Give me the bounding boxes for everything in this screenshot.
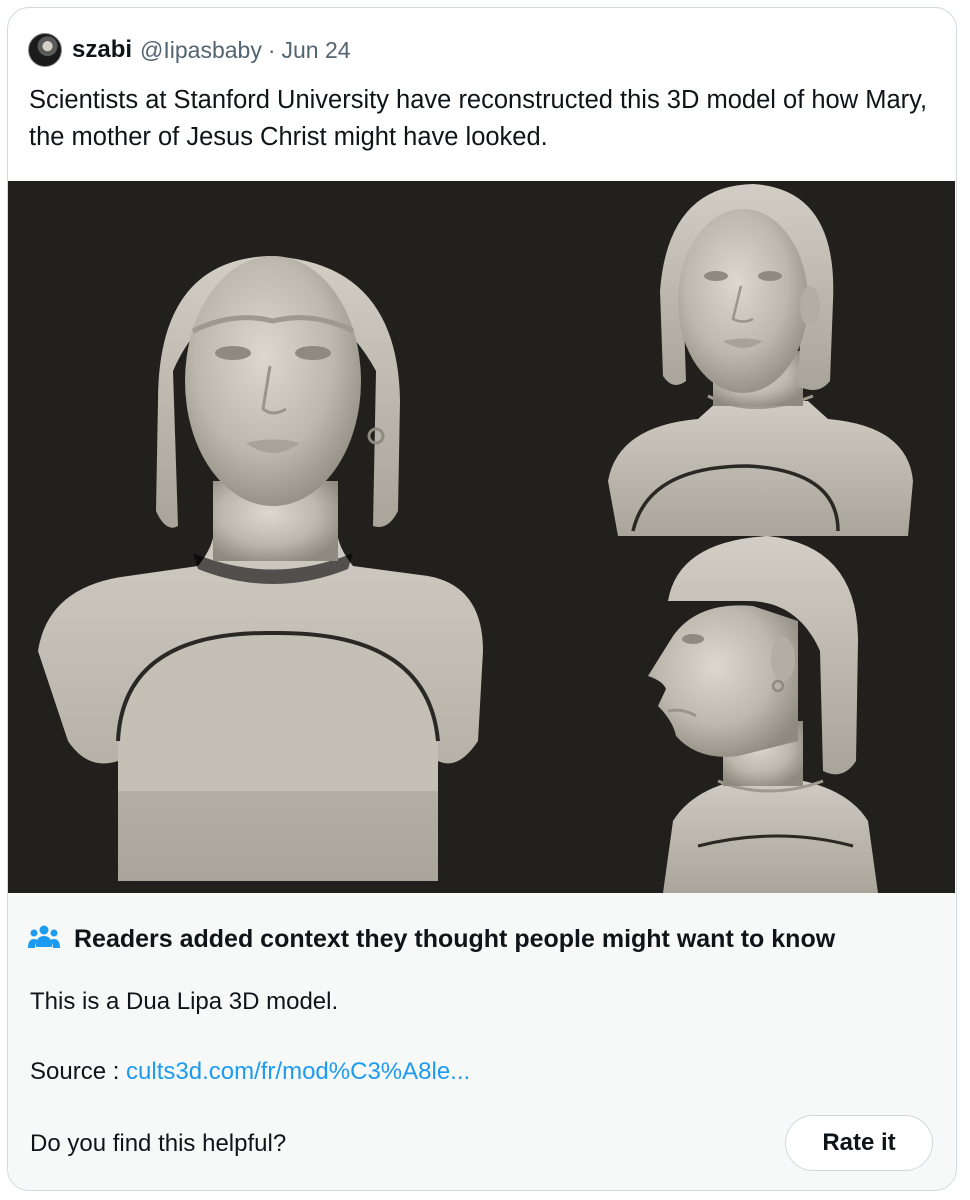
- tweet-media-image[interactable]: [8, 181, 955, 893]
- tweet-card[interactable]: szabi @Iipasbaby · Jun 24 Scientists at …: [7, 7, 957, 1191]
- tweet-text: Scientists at Stanford University have r…: [29, 86, 928, 151]
- community-note-body: This is a Dua Lipa 3D model.: [30, 988, 339, 1015]
- community-note-source: Source : cults3d.com/fr/mod%C3%A8le...: [30, 1058, 470, 1086]
- community-note-title: Readers added context they thought peopl…: [74, 925, 836, 953]
- separator-dot: ·: [267, 36, 276, 63]
- tweet-header: szabi @Iipasbaby · Jun 24: [28, 30, 351, 70]
- user-handle[interactable]: @Iipasbaby: [140, 37, 262, 64]
- community-note-header: Readers added context they thought peopl…: [28, 923, 835, 956]
- avatar[interactable]: [28, 33, 62, 67]
- source-link[interactable]: cults3d.com/fr/mod%C3%A8le...: [126, 1058, 470, 1085]
- helpful-question: Do you find this helpful?: [30, 1130, 287, 1157]
- tweet-date[interactable]: Jun 24: [282, 37, 351, 64]
- display-name[interactable]: szabi: [72, 36, 132, 64]
- profile-bust: [648, 536, 878, 893]
- bust-renders-image: [8, 181, 955, 893]
- source-label: Source :: [30, 1058, 127, 1085]
- community-note: Readers added context they thought peopl…: [8, 893, 955, 1190]
- people-icon: [28, 923, 60, 956]
- rate-it-button[interactable]: Rate it: [785, 1115, 933, 1171]
